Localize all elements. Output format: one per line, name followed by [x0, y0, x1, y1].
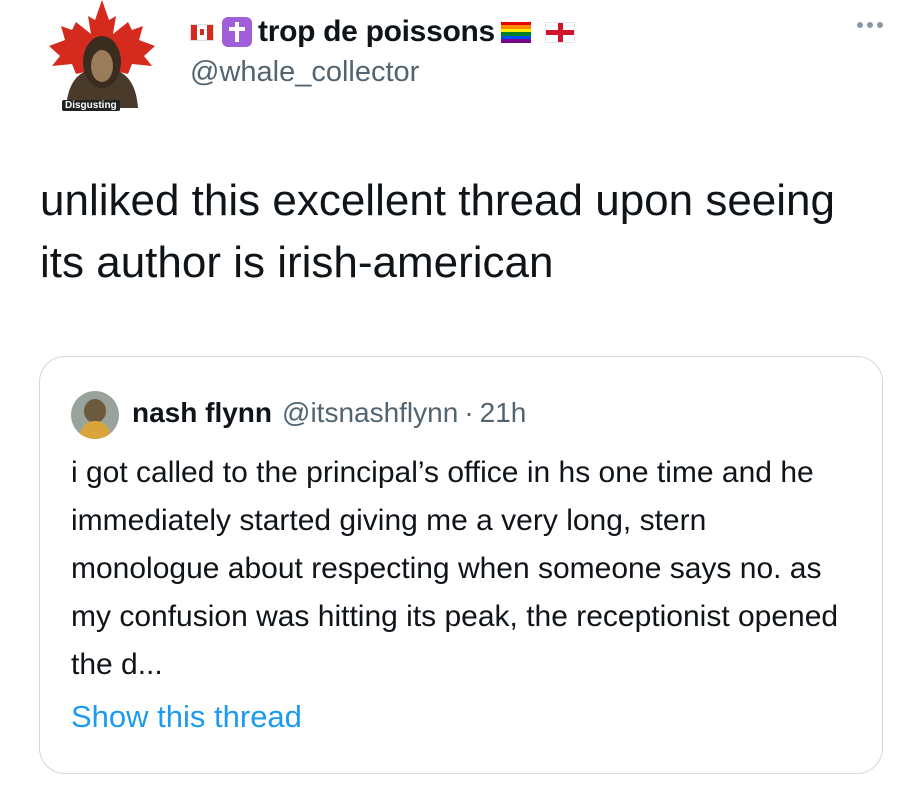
quoted-author-avatar: [71, 391, 119, 439]
show-thread-link[interactable]: Show this thread: [71, 699, 302, 735]
avatar-caption: Disgusting: [62, 100, 120, 111]
more-horizontal-icon[interactable]: [857, 22, 883, 28]
canada-flag-icon: [190, 23, 214, 41]
quoted-tweet-time: 21h: [479, 397, 527, 428]
rainbow-flag-icon: [500, 21, 531, 43]
quoted-tweet-card[interactable]: nash flynn @itsnashflynn · 21h i got cal…: [39, 356, 883, 774]
latin-cross-icon: [222, 17, 252, 47]
tweet-text: unliked this excellent thread upon seein…: [40, 176, 835, 287]
quoted-tweet-text: i got called to the principal’s office i…: [71, 456, 839, 681]
england-flag-icon: [544, 21, 575, 43]
header-separator: ·: [464, 397, 474, 428]
author-handle[interactable]: @whale_collector: [190, 56, 419, 89]
author-avatar[interactable]: Disgusting: [40, 0, 164, 115]
author-display-name[interactable]: trop de poissons: [258, 15, 495, 49]
quoted-tweet-header: nash flynn @itsnashflynn · 21h: [132, 397, 526, 429]
quoted-author-name: nash flynn: [132, 397, 273, 428]
quoted-author-handle: @itsnashflynn: [282, 397, 459, 428]
author-name-row[interactable]: trop de poissons: [190, 14, 575, 50]
